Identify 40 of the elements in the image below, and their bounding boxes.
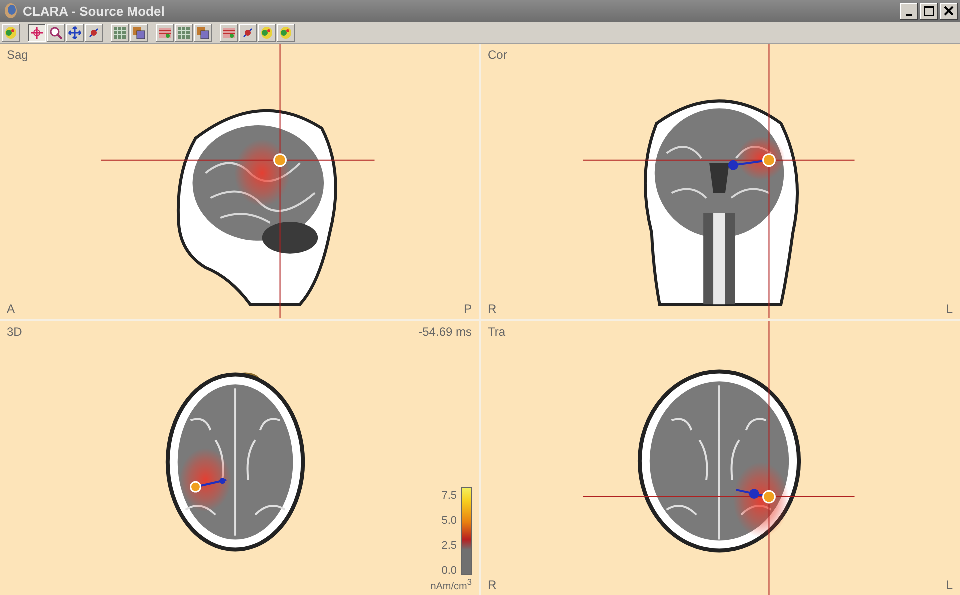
source-marker	[274, 154, 287, 168]
move-arrows-icon	[68, 26, 82, 40]
orientation-label: L	[946, 302, 953, 316]
activation-blob	[180, 448, 232, 512]
colorbar-tick-label: 7.5	[442, 490, 457, 502]
minimize-button[interactable]	[900, 2, 918, 20]
maximize-icon	[923, 5, 935, 17]
grid-icon	[113, 26, 127, 40]
magnifier-icon	[49, 26, 63, 40]
activation-blob	[234, 139, 290, 208]
dipole-icon	[87, 26, 101, 40]
crosshair-icon	[30, 26, 44, 40]
view-title: Tra	[488, 324, 506, 338]
source-marker	[762, 490, 776, 504]
colorbar-unit: nAm/cm$^{3}$	[430, 576, 472, 592]
colorbar-tick-label: 5.0	[442, 516, 457, 527]
grid-icon	[177, 26, 191, 40]
minimize-icon	[906, 14, 912, 16]
orientation-label: R	[488, 578, 497, 592]
view-title: Sag	[7, 48, 28, 62]
layers-icon	[196, 26, 210, 40]
window-title: CLARA - Source Model	[23, 4, 166, 18]
activation-blob	[737, 136, 786, 180]
dipole-icon	[241, 26, 255, 40]
orientation-label: P	[464, 302, 472, 316]
close-button[interactable]	[940, 2, 958, 20]
orientation-label: L	[946, 578, 953, 592]
colorbar-tick-label: 0.0	[442, 566, 457, 577]
view-title: 3D	[7, 324, 22, 338]
colorbar-tick-label: 2.5	[442, 540, 457, 552]
layers-icon	[132, 26, 146, 40]
maximize-button[interactable]	[920, 2, 938, 20]
source-marker	[190, 480, 202, 492]
source-marker	[762, 154, 776, 168]
view-title: Cor	[488, 48, 508, 62]
orientation-label: A	[7, 302, 16, 316]
orientation-label: R	[488, 302, 497, 316]
time-label: -54.69 ms	[418, 324, 472, 338]
toolbar-button[interactable]	[28, 24, 46, 42]
close-icon	[943, 5, 955, 17]
